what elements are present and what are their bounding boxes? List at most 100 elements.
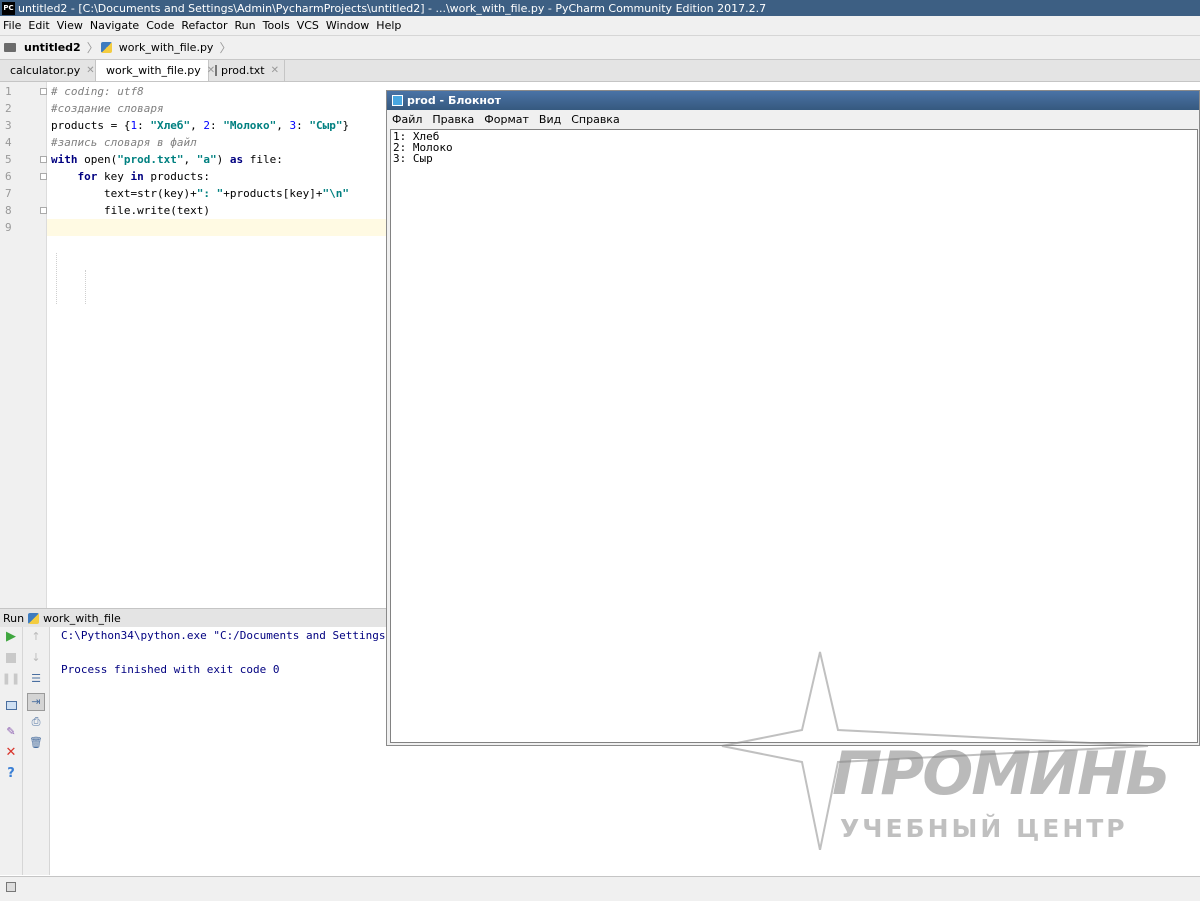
menu-view[interactable]: View [54, 19, 86, 32]
tab-prod-txt[interactable]: prod.txt ✕ [209, 60, 285, 81]
code-token: ) [216, 153, 230, 166]
code-token: : [137, 119, 151, 132]
notepad-window: prod - Блокнот Файл Правка Формат Вид Сп… [386, 90, 1200, 746]
fold-icon[interactable] [40, 156, 47, 163]
notepad-menu-format[interactable]: Формат [479, 113, 534, 126]
pause-icon[interactable]: ❚❚ [2, 672, 20, 686]
code-token: , [276, 119, 290, 132]
line-number: 8 [5, 204, 12, 217]
trash-icon[interactable]: 🗑 [29, 736, 43, 750]
notepad-menu-bar: Файл Правка Формат Вид Справка [387, 110, 1199, 128]
menu-file[interactable]: File [0, 19, 24, 32]
stop-icon[interactable] [4, 651, 18, 665]
line-number: 2 [5, 102, 12, 115]
code-token: for [77, 170, 98, 183]
fold-icon[interactable] [40, 173, 47, 180]
run-config-tab[interactable]: work_with_file [43, 612, 121, 625]
line-number: 9 [5, 221, 12, 234]
line-number: 3 [5, 119, 12, 132]
menu-help[interactable]: Help [373, 19, 404, 32]
breadcrumb-file[interactable]: work_with_file.py [115, 41, 218, 54]
watermark-subtitle: УЧЕБНЫЙ ЦЕНТР [840, 814, 1128, 843]
menu-window[interactable]: Window [323, 19, 372, 32]
code-token: "Сыр" [309, 119, 343, 132]
code-token: #запись словаря в файл [51, 136, 197, 149]
notepad-text-area[interactable]: 1: Хлеб 2: Молоко 3: Сыр [390, 129, 1198, 743]
fold-icon[interactable] [40, 207, 47, 214]
code-line: # coding: utf8 [51, 83, 144, 100]
tab-label: prod.txt [221, 64, 265, 77]
arrow-up-icon[interactable]: ↑ [29, 630, 43, 644]
notepad-menu-view[interactable]: Вид [534, 113, 566, 126]
run-icon[interactable]: ▶ [4, 630, 18, 644]
code-token: text=str(key)+ [51, 187, 197, 200]
menu-tools[interactable]: Tools [260, 19, 293, 32]
print-icon[interactable]: ⎙ [29, 715, 43, 729]
arrow-down-icon[interactable]: ↓ [29, 651, 43, 665]
code-token: # coding: utf8 [51, 85, 144, 98]
indent-guide [56, 253, 57, 304]
menu-bar: File Edit View Navigate Code Refactor Ru… [0, 16, 1200, 36]
code-token: file.write(text) [51, 204, 210, 217]
code-line: text=str(key)+": "+products[key]+"\n" [51, 185, 349, 202]
menu-refactor[interactable]: Refactor [178, 19, 230, 32]
console-line: C:\Python34\python.exe "C:/Documents and… [61, 629, 386, 642]
code-token: #создание словаря [51, 102, 164, 115]
layout-icon[interactable] [4, 698, 18, 712]
pycharm-logo-icon: PC [2, 1, 15, 15]
code-token: "\n" [322, 187, 350, 200]
code-line: #создание словаря [51, 100, 164, 117]
code-token: : [296, 119, 310, 132]
breadcrumb-project[interactable]: untitled2 [20, 41, 85, 54]
editor-tabs: calculator.py ✕ work_with_file.py ✕ prod… [0, 60, 1200, 82]
help-icon[interactable]: ? [4, 767, 18, 781]
current-line-highlight [47, 219, 386, 236]
run-toolbar-secondary: ↑ ↓ ☰ ⇥ ⎙ 🗑 [23, 627, 50, 875]
code-token: "Хлеб" [150, 119, 191, 132]
title-bar: PC untitled2 - [C:\Documents and Setting… [0, 0, 1200, 16]
run-console[interactable]: C:\Python34\python.exe "C:/Documents and… [50, 627, 386, 875]
notepad-icon [392, 95, 403, 106]
code-line: file.write(text) [51, 202, 210, 219]
status-bar [0, 876, 1200, 901]
close-icon[interactable]: ✕ [4, 746, 18, 760]
code-token: products = { [51, 119, 131, 132]
notepad-title: prod - Блокнот [407, 94, 501, 107]
code-line: #запись словаря в файл [51, 134, 197, 151]
menu-run[interactable]: Run [232, 19, 259, 32]
code-token: , [190, 119, 204, 132]
soft-wrap-icon[interactable]: ☰ [29, 672, 43, 686]
chevron-right-icon: 〉 [219, 41, 232, 55]
chevron-right-icon: 〉 [86, 41, 99, 55]
line-number: 7 [5, 187, 12, 200]
notepad-menu-file[interactable]: Файл [387, 113, 427, 126]
tab-label: calculator.py [10, 64, 81, 77]
run-panel-header: Run work_with_file [0, 608, 386, 627]
scroll-to-end-icon[interactable]: ⇥ [27, 693, 45, 711]
menu-vcs[interactable]: VCS [294, 19, 322, 32]
folder-icon [4, 43, 16, 52]
menu-navigate[interactable]: Navigate [87, 19, 142, 32]
window-title: untitled2 - [C:\Documents and Settings\A… [18, 1, 767, 15]
notepad-menu-help[interactable]: Справка [566, 113, 624, 126]
fold-icon[interactable] [40, 88, 47, 95]
breadcrumb-project-label: untitled2 [24, 41, 81, 54]
notepad-title-bar[interactable]: prod - Блокнот [387, 91, 1199, 110]
tab-work-with-file[interactable]: work_with_file.py ✕ [96, 60, 215, 81]
code-editor[interactable]: 1 2 3 4 5 6 7 8 9 # coding: utf8 #создание словар… [0, 82, 386, 608]
code-token: , [183, 153, 197, 166]
code-token: with [51, 153, 78, 166]
notepad-menu-edit[interactable]: Правка [427, 113, 479, 126]
run-toolbar-primary: ▶ ❚❚ ✎ ✕ ? [0, 627, 23, 875]
pin-icon[interactable]: ✎ [4, 725, 18, 739]
tool-window-toggle-icon[interactable] [6, 882, 16, 892]
code-token: } [342, 119, 350, 132]
close-icon[interactable]: ✕ [271, 65, 279, 76]
menu-code[interactable]: Code [143, 19, 177, 32]
tab-calculator[interactable]: calculator.py ✕ [0, 60, 96, 81]
close-icon[interactable]: ✕ [86, 65, 94, 76]
menu-edit[interactable]: Edit [25, 19, 52, 32]
code-line: for key in products: [51, 168, 210, 185]
code-line: products = {1: "Хлеб", 2: "Молоко", 3: "… [51, 117, 349, 134]
